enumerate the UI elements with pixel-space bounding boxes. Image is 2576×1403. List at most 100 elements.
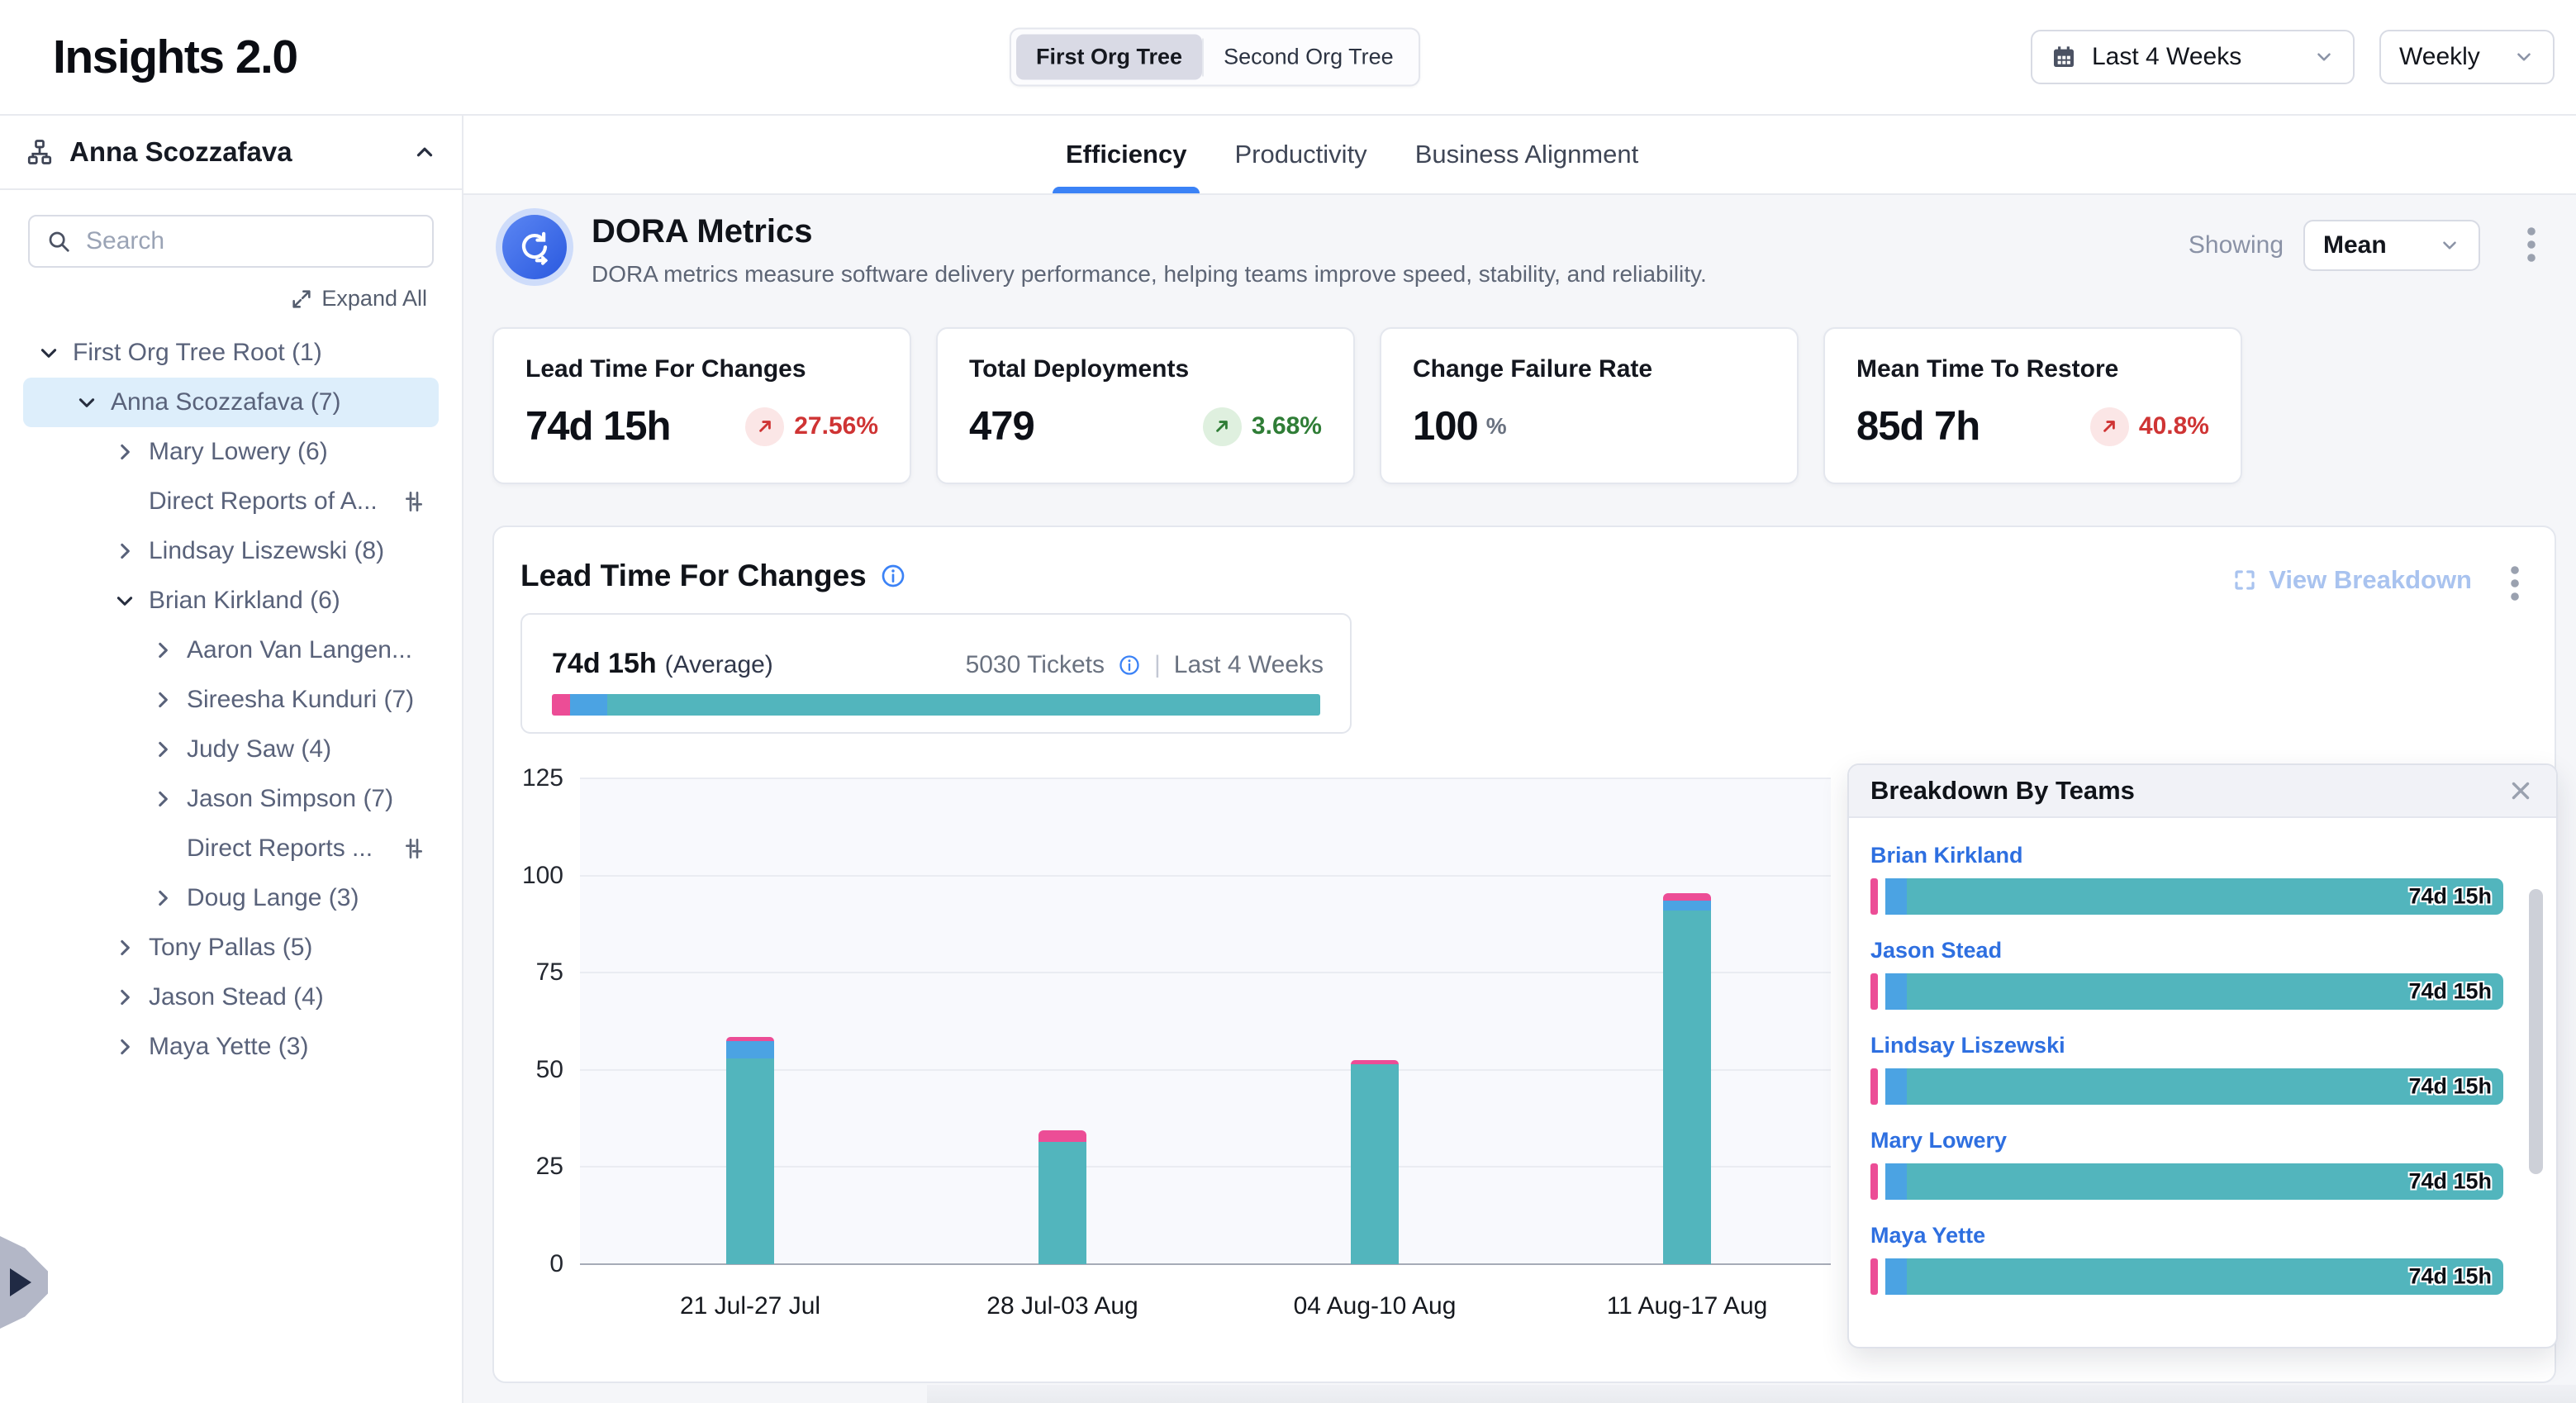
header-controls: Last 4 Weeks Weekly xyxy=(2031,30,2555,84)
metric-unit: % xyxy=(1486,413,1507,440)
sidebar-search xyxy=(28,215,434,268)
average-value-row: 74d 15h(Average) xyxy=(552,648,773,680)
filter-icon[interactable] xyxy=(401,488,427,515)
tab-productivity[interactable]: Productivity xyxy=(1234,116,1366,193)
section-title: Lead Time For Changes xyxy=(520,559,867,593)
tree-item[interactable]: Jason Simpson (7) xyxy=(23,774,439,824)
calendar-icon xyxy=(2051,44,2077,70)
tree-item-label: Mary Lowery (6) xyxy=(149,438,328,466)
metric-card: Total Deployments 479 3.68% xyxy=(936,327,1355,484)
team-link[interactable]: Brian Kirkland xyxy=(1870,843,2023,868)
meta-divider: | xyxy=(1154,651,1161,679)
chevron-right-icon[interactable] xyxy=(114,1036,135,1058)
trend-up-icon xyxy=(1211,416,1233,437)
chevron-right-icon[interactable] xyxy=(152,689,173,711)
view-breakdown-button[interactable]: View Breakdown xyxy=(2232,565,2472,595)
granularity-select[interactable]: Weekly xyxy=(2379,30,2555,84)
chevron-up-icon[interactable] xyxy=(412,140,437,164)
team-link[interactable]: Maya Yette xyxy=(1870,1223,1985,1248)
metric-value-row: 85d 7h 40.8% xyxy=(1856,403,2209,449)
close-icon[interactable] xyxy=(2507,777,2535,805)
chevron-down-icon[interactable] xyxy=(38,342,59,364)
chevron-down-icon[interactable] xyxy=(114,590,135,611)
chevron-right-icon[interactable] xyxy=(114,540,135,562)
tree-item[interactable]: Maya Yette (3) xyxy=(23,1022,439,1072)
team-link[interactable]: Jason Stead xyxy=(1870,938,2002,963)
team-value: 74d 15h xyxy=(2408,1074,2492,1100)
chevron-right-icon[interactable] xyxy=(152,739,173,760)
bar-segment-planning xyxy=(1870,973,1878,1010)
tree-item[interactable]: Aaron Van Langen... xyxy=(23,625,439,675)
tree-item[interactable]: Tony Pallas (5) xyxy=(23,923,439,973)
team-link[interactable]: Lindsay Liszewski xyxy=(1870,1033,2065,1058)
x-axis-label: 28 Jul-03 Aug xyxy=(986,1292,1138,1320)
tree-item[interactable]: Sireesha Kunduri (7) xyxy=(23,675,439,725)
team-link[interactable]: Mary Lowery xyxy=(1870,1128,2007,1153)
chevron-right-icon[interactable] xyxy=(152,887,173,909)
bar-segment-deployment xyxy=(726,1058,774,1264)
toggle-second-org-tree[interactable]: Second Org Tree xyxy=(1204,35,1414,80)
team-phase-bar: 74d 15h xyxy=(1870,1068,2503,1105)
tree-item[interactable]: First Org Tree Root (1) xyxy=(23,328,439,378)
scrollbar-thumb[interactable] xyxy=(2529,889,2543,1174)
chevron-right-icon[interactable] xyxy=(114,441,135,463)
tab-label: Productivity xyxy=(1234,140,1366,169)
info-icon[interactable] xyxy=(880,563,906,589)
metric-value: 100 xyxy=(1413,403,1478,449)
tab-business-alignment[interactable]: Business Alignment xyxy=(1415,116,1639,193)
tree-item[interactable]: Doug Lange (3) xyxy=(23,873,439,923)
tree-item-label: Doug Lange (3) xyxy=(187,884,359,912)
team-value: 74d 15h xyxy=(2408,1169,2492,1195)
chevron-right-icon[interactable] xyxy=(114,987,135,1008)
chevron-right-icon[interactable] xyxy=(152,640,173,661)
tree-item-label: Maya Yette (3) xyxy=(149,1033,308,1061)
metric-value: 85d 7h xyxy=(1856,403,1980,449)
trend-circle xyxy=(1203,407,1242,446)
tree-item-label: Direct Reports of A... xyxy=(149,487,378,516)
view-breakdown-label: View Breakdown xyxy=(2269,565,2472,595)
bar-segment-gap xyxy=(1878,973,1885,1010)
chevron-down-icon xyxy=(2513,46,2535,68)
gridline xyxy=(580,778,1831,779)
bar-segment-deployment xyxy=(1663,911,1711,1264)
tree-item[interactable]: Judy Saw (4) xyxy=(23,725,439,774)
metric-trend-badge: 27.56% xyxy=(745,407,878,446)
y-axis-tick: 75 xyxy=(536,958,563,987)
chevron-down-icon[interactable] xyxy=(76,392,97,413)
chevron-right-icon[interactable] xyxy=(152,788,173,810)
tab-efficiency[interactable]: Efficiency xyxy=(1066,116,1186,193)
chevron-right-icon[interactable] xyxy=(114,937,135,958)
chevron-down-icon xyxy=(2439,235,2460,256)
toggle-first-org-tree[interactable]: First Org Tree xyxy=(1016,35,1202,80)
showing-select[interactable]: Mean xyxy=(2303,220,2480,271)
search-input[interactable] xyxy=(86,227,416,255)
team-phase-bar: 74d 15h xyxy=(1870,1258,2503,1295)
tree-item[interactable]: Direct Reports of A... xyxy=(23,477,439,526)
date-range-select[interactable]: Last 4 Weeks xyxy=(2031,30,2355,84)
app-header: Insights 2.0 First Org Tree Second Org T… xyxy=(0,0,2576,116)
org-tree-toggle: First Org Tree Second Org Tree xyxy=(1010,28,1420,87)
tree-item[interactable]: Jason Stead (4) xyxy=(23,973,439,1022)
tree-item[interactable]: Mary Lowery (6) xyxy=(23,427,439,477)
bar-segment-planning xyxy=(1870,1258,1878,1295)
info-icon[interactable] xyxy=(1118,654,1141,677)
filter-icon[interactable] xyxy=(401,835,427,862)
tree-item[interactable]: Anna Scozzafava (7) xyxy=(23,378,439,427)
expand-all-button[interactable]: Expand All xyxy=(0,273,462,320)
section-menu-button[interactable] xyxy=(2500,562,2530,605)
trend-up-icon xyxy=(754,416,776,437)
dora-menu-button[interactable] xyxy=(2517,223,2546,266)
kebab-icon xyxy=(2510,564,2520,603)
expand-all-icon xyxy=(290,288,313,311)
breakdown-panel-body: Brian Kirkland 74d 15h Jason Stead 74d 1… xyxy=(1849,820,2556,1347)
bar-segment-review xyxy=(1885,973,1907,1010)
tree-item[interactable]: Lindsay Liszewski (8) xyxy=(23,526,439,576)
expand-all-label: Expand All xyxy=(321,286,427,312)
bar-segment-planning xyxy=(726,1037,774,1041)
bar-segment-review xyxy=(1885,878,1907,915)
tree-item[interactable]: Direct Reports ... xyxy=(23,824,439,873)
y-axis-tick: 100 xyxy=(522,862,563,890)
bar-segment-gap xyxy=(1878,878,1885,915)
sidebar-user-header[interactable]: Anna Scozzafava xyxy=(0,116,462,190)
tree-item[interactable]: Brian Kirkland (6) xyxy=(23,576,439,625)
